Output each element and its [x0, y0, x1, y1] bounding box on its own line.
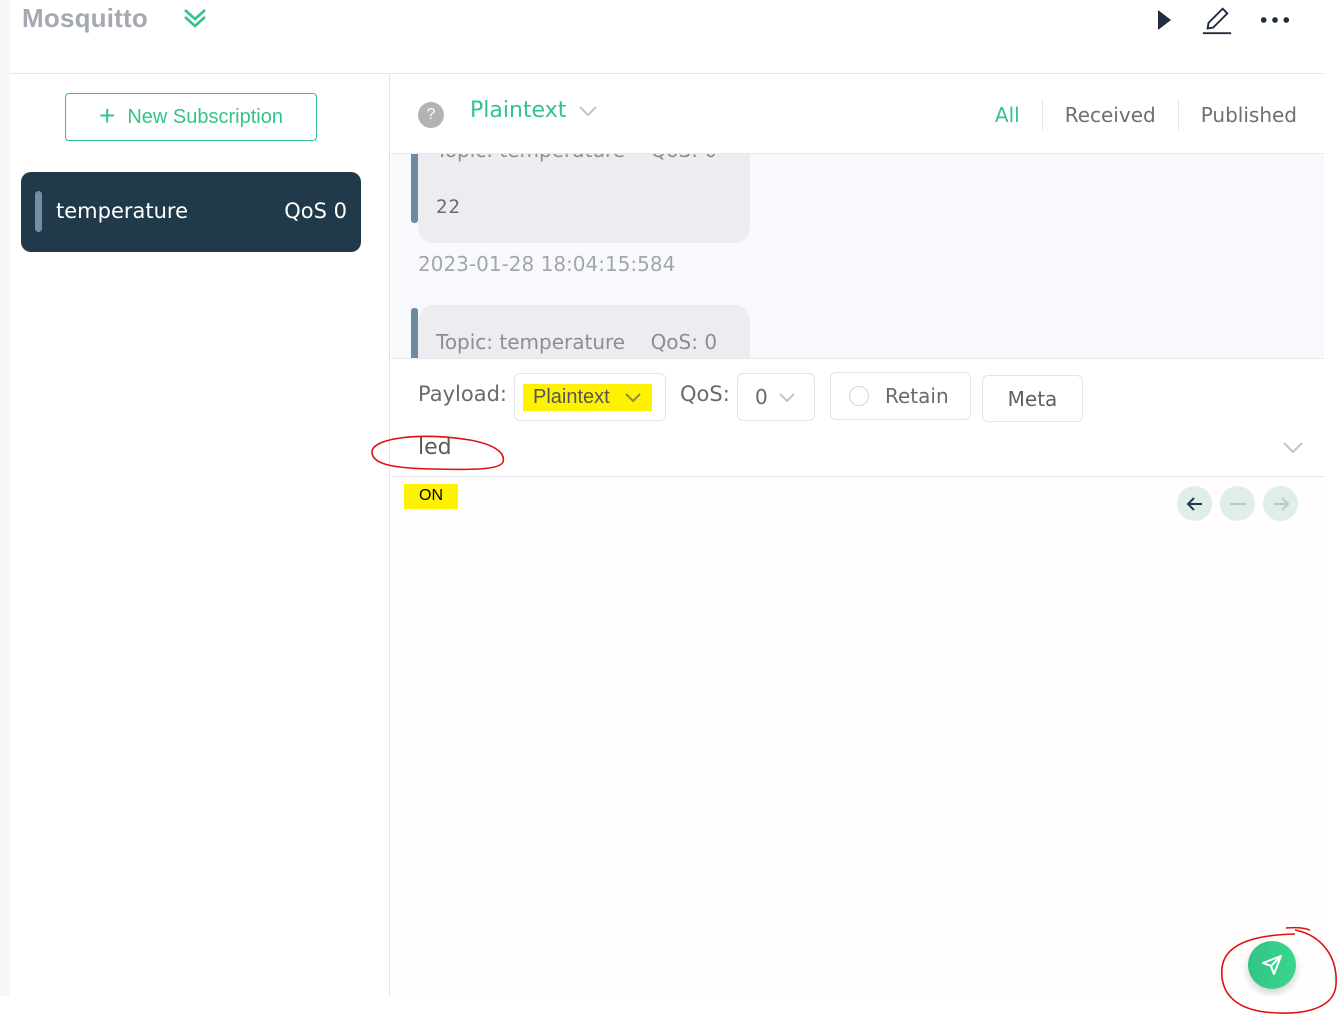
- chevron-down-icon: [579, 105, 598, 116]
- minus-icon: [1229, 502, 1246, 505]
- message-format-select[interactable]: Plaintext: [470, 98, 598, 123]
- subscription-color-bar: [35, 191, 42, 232]
- publish-panel: Payload: Plaintext QoS: 0 Retain Meta le: [391, 358, 1324, 996]
- message-topic: Topic: temperature QoS: 0: [436, 330, 718, 354]
- bottom-blank: [0, 996, 1337, 1016]
- message-toolbar: ? Plaintext All Received Published: [391, 74, 1324, 154]
- meta-label: Meta: [1007, 386, 1058, 411]
- retain-label: Retain: [885, 384, 949, 408]
- help-icon[interactable]: ?: [418, 102, 444, 128]
- payload-label: Payload:: [418, 382, 507, 406]
- retain-checkbox[interactable]: Retain: [830, 372, 971, 420]
- right-gutter: [1324, 0, 1337, 1016]
- publish-topic-input[interactable]: led: [391, 431, 1324, 477]
- subscription-item[interactable]: temperature QoS 0: [21, 172, 361, 252]
- payload-value: ON: [404, 484, 458, 509]
- message-accent-bar: [411, 154, 418, 223]
- history-back-button[interactable]: [1177, 486, 1212, 521]
- left-edge-strip: [0, 74, 10, 996]
- payload-editor[interactable]: ON: [391, 478, 1324, 997]
- history-clear-button[interactable]: [1220, 486, 1255, 521]
- subscription-topic: temperature: [56, 199, 188, 223]
- message-card[interactable]: Topic: temperature QoS: 0: [411, 305, 750, 358]
- chevron-down-icon: [779, 392, 795, 402]
- qos-select[interactable]: 0: [737, 373, 815, 421]
- retain-radio-icon: [849, 386, 869, 406]
- payload-format-highlight: Plaintext: [523, 383, 652, 411]
- message-list[interactable]: Topic: temperature QoS: 0 22 2023-01-28 …: [391, 154, 1324, 358]
- send-icon: [1262, 955, 1282, 975]
- connection-header: Mosquitto: [0, 0, 1324, 74]
- new-subscription-button[interactable]: + New Subscription: [65, 93, 317, 141]
- message-timestamp: 2023-01-28 18:04:15:584: [418, 252, 676, 276]
- history-forward-button[interactable]: [1263, 486, 1298, 521]
- chevrons-down-icon[interactable]: [181, 4, 209, 32]
- plus-icon: +: [99, 99, 116, 131]
- message-card[interactable]: Topic: temperature QoS: 0 22: [411, 154, 750, 243]
- message-topic: Topic: temperature QoS: 0: [436, 154, 717, 162]
- message-accent-bar: [411, 308, 418, 358]
- message-filter-tabs: All Received Published: [973, 100, 1297, 130]
- main-panel: ? Plaintext All Received Published Topic…: [391, 74, 1324, 996]
- message-payload: 22: [436, 196, 461, 218]
- qos-label: QoS:: [680, 382, 730, 406]
- new-subscription-label: New Subscription: [127, 105, 283, 128]
- connection-name: Mosquitto: [22, 3, 148, 33]
- message-format-value: Plaintext: [470, 98, 567, 123]
- filter-tab-published[interactable]: Published: [1177, 100, 1297, 130]
- arrow-left-icon: [1186, 496, 1202, 511]
- chevron-down-icon: [625, 392, 641, 402]
- subscriptions-sidebar: + New Subscription temperature QoS 0: [0, 74, 390, 996]
- payload-format-select[interactable]: Plaintext: [514, 373, 666, 421]
- chevron-down-icon[interactable]: [1282, 441, 1304, 455]
- filter-tab-all[interactable]: All: [973, 100, 1042, 130]
- payload-history-controls: [1177, 486, 1298, 521]
- left-edge-strip: [0, 0, 10, 74]
- meta-button[interactable]: Meta: [982, 375, 1083, 422]
- edit-icon[interactable]: [1201, 4, 1233, 36]
- publish-topic-value: led: [418, 435, 452, 460]
- filter-tab-received[interactable]: Received: [1041, 100, 1178, 130]
- send-button[interactable]: [1248, 941, 1296, 989]
- play-icon[interactable]: [1148, 4, 1180, 36]
- qos-value: 0: [755, 385, 768, 409]
- subscription-qos: QoS 0: [284, 199, 347, 223]
- payload-format-value: Plaintext: [533, 385, 610, 408]
- more-icon[interactable]: [1259, 4, 1291, 36]
- arrow-right-icon: [1273, 496, 1289, 511]
